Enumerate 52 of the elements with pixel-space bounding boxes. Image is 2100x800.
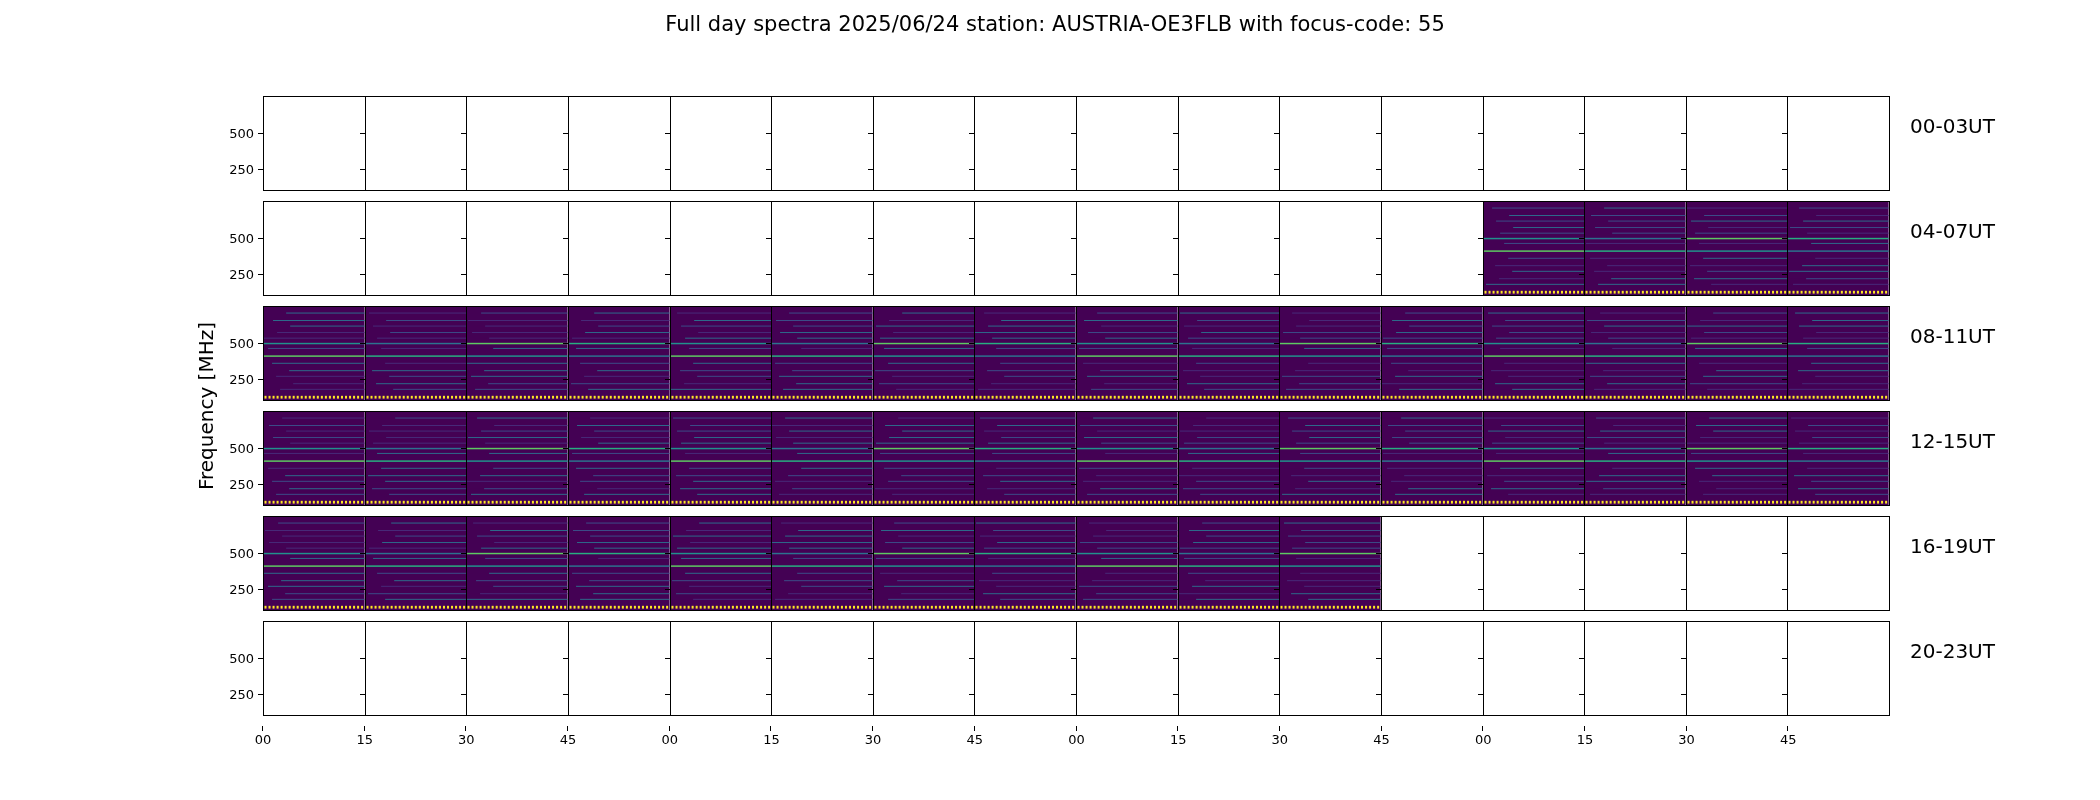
axis-tick xyxy=(1380,726,1382,731)
y-axis-label: Frequency [MHz] xyxy=(194,321,218,491)
figure-title: Full day spectra 2025/06/24 station: AUSTRIA-OE3FLB with focus-code: 55 xyxy=(665,12,1445,38)
x-tick-label: 30 xyxy=(1271,733,1289,746)
y-tick-label: 500 xyxy=(229,546,254,560)
x-tick-label: 45 xyxy=(1780,733,1797,746)
axis-tick xyxy=(1075,726,1077,731)
axis-tick xyxy=(1685,726,1687,731)
x-tick-label: 45 xyxy=(966,733,984,746)
y-tick-label: 250 xyxy=(229,162,254,176)
axis-tick xyxy=(363,726,365,731)
row-time-label: 00-03UT xyxy=(1910,114,1995,140)
y-tick-label: 500 xyxy=(229,231,254,245)
x-tick-label: 00 xyxy=(1475,733,1492,746)
axis-tick xyxy=(770,726,772,731)
axis-tick xyxy=(567,726,569,731)
axis-tick xyxy=(1583,726,1585,731)
axis-tick xyxy=(465,726,467,731)
x-tick-label: 00 xyxy=(1068,733,1085,746)
x-tick-label: 30 xyxy=(864,733,882,746)
y-tick-label: 500 xyxy=(229,441,254,455)
x-tick-label: 15 xyxy=(1576,733,1594,746)
x-tick-label: 15 xyxy=(1169,733,1187,746)
x-tick-label: 00 xyxy=(254,733,272,746)
row-time-label: 08-11UT xyxy=(1910,324,1995,350)
x-tick-label: 15 xyxy=(763,733,780,746)
x-tick-label: 45 xyxy=(1373,733,1390,746)
y-tick-label: 500 xyxy=(229,651,254,665)
y-tick-label: 250 xyxy=(229,477,254,491)
axis-tick xyxy=(262,726,263,731)
row-time-label: 20-23UT xyxy=(1910,639,1995,665)
x-tick-label: 00 xyxy=(661,733,678,746)
x-tick-label: 15 xyxy=(356,733,373,746)
x-tick-label: 30 xyxy=(458,733,475,746)
axis-tick xyxy=(1278,726,1280,731)
row-time-label: 16-19UT xyxy=(1910,534,1995,560)
y-tick-label: 250 xyxy=(229,582,254,596)
axis-tick xyxy=(872,726,874,731)
axis-tick xyxy=(668,726,670,731)
row-time-label: 12-15UT xyxy=(1910,429,1995,455)
y-tick-label: 500 xyxy=(229,336,254,350)
x-tick-label: 45 xyxy=(559,733,577,746)
axis-tick xyxy=(1787,726,1789,731)
y-tick-label: 250 xyxy=(229,372,254,386)
y-tick-label: 500 xyxy=(229,126,254,140)
axis-tick xyxy=(973,726,975,731)
axis-tick xyxy=(1177,726,1179,731)
y-tick-label: 250 xyxy=(229,687,254,701)
y-tick-label: 250 xyxy=(229,267,254,281)
x-tick-label: 30 xyxy=(1678,733,1695,746)
row-time-label: 04-07UT xyxy=(1910,219,1995,245)
axis-tick xyxy=(1482,726,1484,731)
